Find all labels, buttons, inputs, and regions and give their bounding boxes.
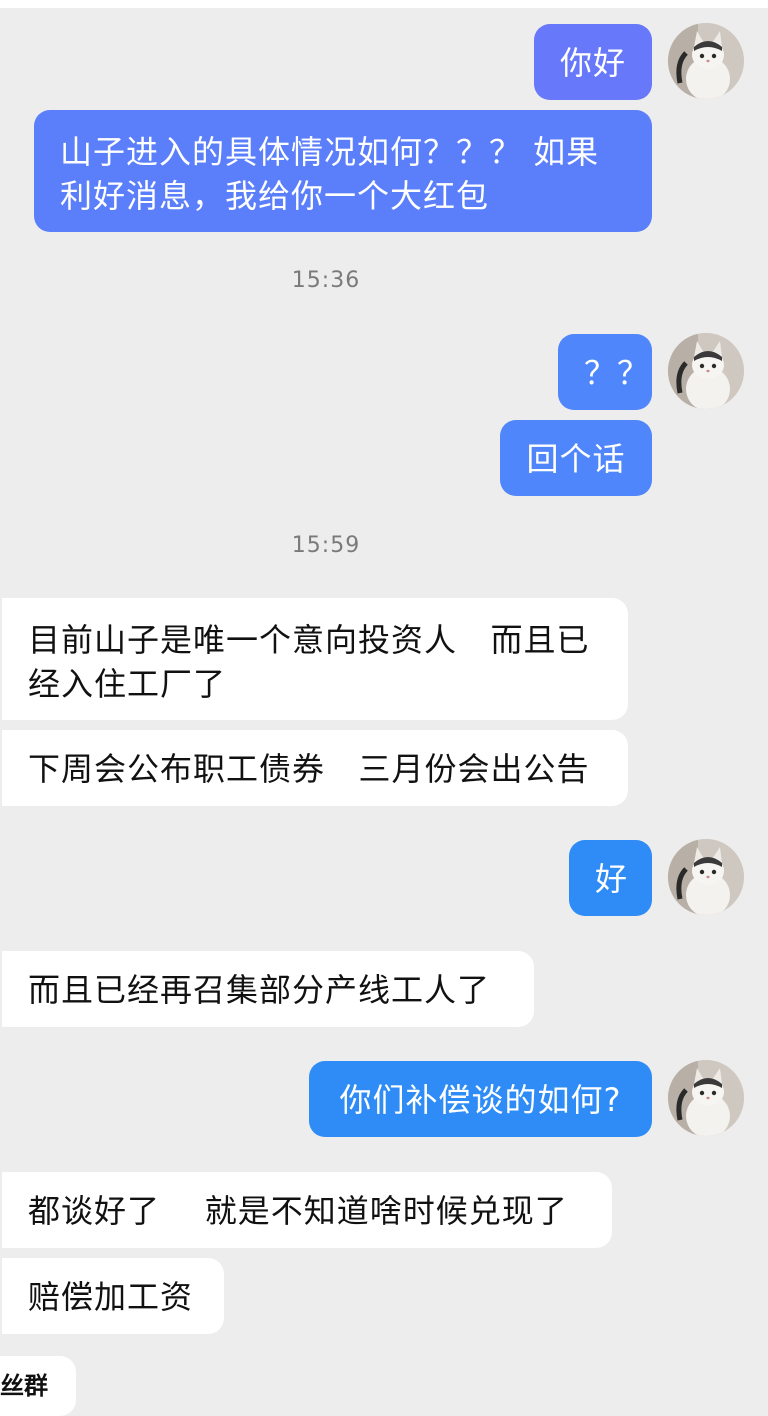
white-cat-avatar-icon [668,839,744,915]
incoming-message[interactable]: 下周会公布职工债券 三月份会出公告 [2,730,628,806]
outgoing-message[interactable]: 你好 [534,24,652,100]
white-cat-avatar-icon [668,333,744,409]
outgoing-message[interactable]: 回个话 [500,420,652,496]
incoming-message-partial[interactable]: 丝群 [0,1356,76,1416]
outgoing-message[interactable]: 好 [569,840,652,916]
user-avatar-icon[interactable] [668,1060,744,1136]
message-timestamp: 15:59 [291,533,361,558]
incoming-message[interactable]: 而且已经再召集部分产线工人了 [2,951,534,1027]
message-timestamp: 15:36 [291,268,361,293]
outgoing-message[interactable]: 山子进入的具体情况如何？？？ 如果利好消息，我给你一个大红包 [34,110,652,232]
white-cat-avatar-icon [668,1060,744,1136]
white-cat-avatar-icon [668,23,744,99]
incoming-message[interactable]: 赔偿加工资 [2,1258,224,1334]
outgoing-message[interactable]: 你们补偿谈的如何? [309,1061,652,1137]
user-avatar-icon[interactable] [668,333,744,409]
top-edge [0,0,768,8]
incoming-message[interactable]: 都谈好了 就是不知道啥时候兑现了 [2,1172,612,1248]
user-avatar-icon[interactable] [668,839,744,915]
outgoing-message[interactable]: ？？ [558,334,652,410]
incoming-message[interactable]: 目前山子是唯一个意向投资人 而且已经入住工厂了 [2,598,628,720]
user-avatar-icon[interactable] [668,23,744,99]
